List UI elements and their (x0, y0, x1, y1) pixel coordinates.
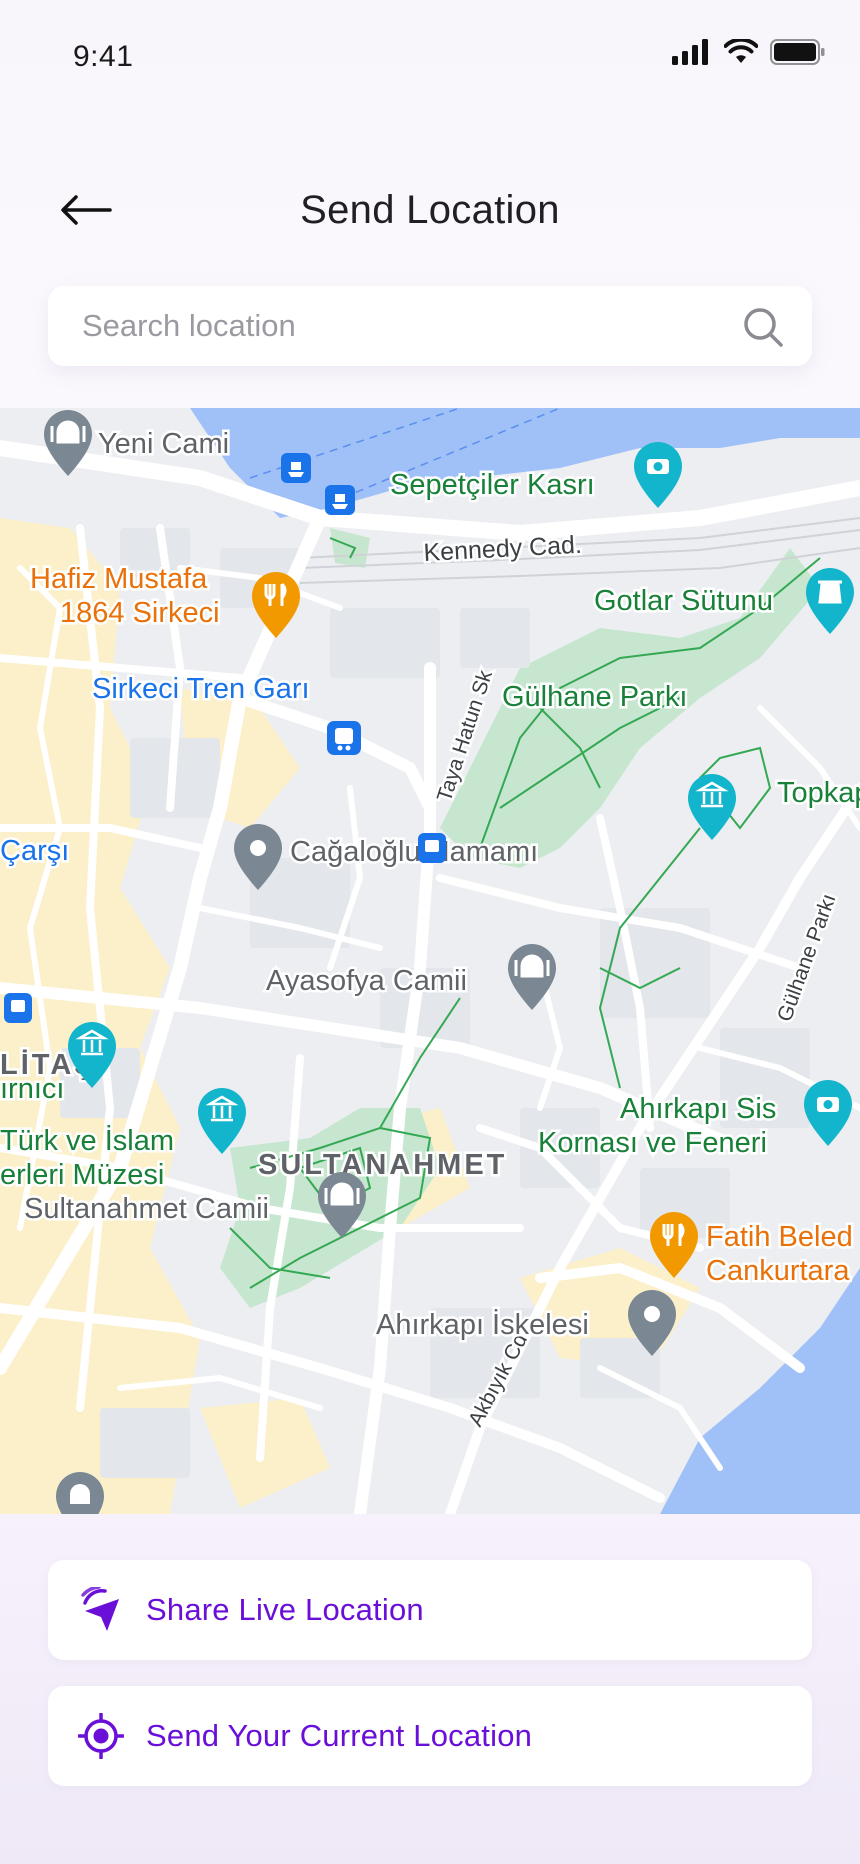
page-title: Send Location (300, 188, 560, 232)
label-fatih-2: Cankurtara (706, 1255, 850, 1287)
label-yeni-cami: Yeni Cami (98, 428, 229, 460)
label-hafiz-2: 1864 Sirkeci (60, 597, 220, 629)
label-hafiz-1: Hafiz Mustafa (30, 563, 208, 595)
map-view[interactable]: Kennedy Cad. Taya Hatun Sk Gülhane Parkı… (0, 408, 860, 1514)
label-fatih-1: Fatih Beled (706, 1221, 853, 1253)
tram-icon[interactable] (418, 833, 446, 863)
share-live-location-button[interactable]: Share Live Location (48, 1560, 812, 1660)
share-live-location-label: Share Live Location (146, 1592, 424, 1627)
send-current-location-button[interactable]: Send Your Current Location (48, 1686, 812, 1786)
label-turk-1: Türk ve İslam (0, 1124, 174, 1157)
label-carsi: Çarşı (0, 835, 69, 867)
label-sultanahmet-camii: Sultanahmet Camii (24, 1193, 269, 1225)
wifi-icon (724, 39, 758, 63)
send-location-screen: 9:41 Send Location Search location Kenne… (0, 0, 860, 1864)
send-current-location-label: Send Your Current Location (146, 1718, 533, 1753)
header: Send Location (0, 170, 860, 250)
label-gotlar: Gotlar Sütunu (594, 585, 773, 617)
status-time: 9:41 (73, 40, 134, 73)
status-icons (672, 38, 826, 66)
label-cagaloglu: Cağaloğlu Hamamı (290, 836, 538, 868)
status-bar: 9:41 (0, 0, 860, 110)
label-turk-2: erleri Müzesi (0, 1159, 164, 1191)
current-location-icon (76, 1711, 126, 1761)
search-icon[interactable] (742, 306, 784, 348)
label-ahirkapi-2: Kornası ve Feneri (538, 1127, 767, 1159)
label-ahirkapi-iskelesi: Ahırkapı İskelesi (376, 1308, 589, 1341)
ferry-icon[interactable] (325, 485, 355, 515)
label-sultanahmet: SULTANAHMET (258, 1149, 507, 1181)
search-input[interactable] (80, 307, 724, 345)
label-ahirkapi-1: Ahırkapı Sis (620, 1093, 776, 1125)
tram-icon[interactable] (4, 993, 32, 1023)
label-topkapi: Topkapı (777, 777, 860, 809)
search-box[interactable] (48, 286, 812, 366)
battery-icon (770, 39, 825, 65)
map-canvas[interactable]: Kennedy Cad. Taya Hatun Sk Gülhane Parkı… (0, 408, 860, 1514)
label-gulhane: Gülhane Parkı (502, 681, 687, 713)
label-ayasofya: Ayasofya Camii (266, 965, 467, 997)
label-sirkeci: Sirkeci Tren Garı (92, 673, 310, 705)
live-location-icon (76, 1585, 126, 1635)
ferry-icon[interactable] (281, 453, 311, 483)
signal-icon (672, 39, 708, 65)
label-sepetciler: Sepetçiler Kasrı (390, 469, 595, 501)
train-station-icon[interactable] (327, 721, 361, 755)
label-irnici: ırnıcı (0, 1073, 64, 1105)
